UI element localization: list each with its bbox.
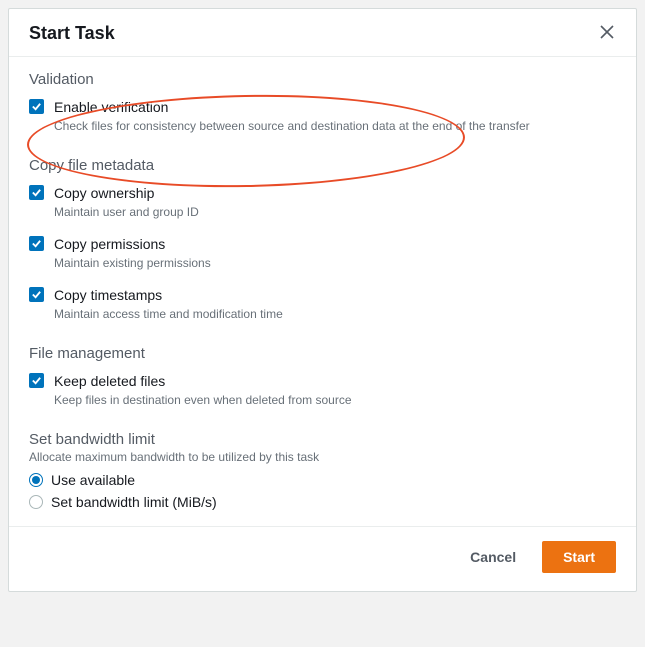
section-validation: Validation Enable verification Check fil… bbox=[29, 71, 616, 135]
copy-permissions-label: Copy permissions bbox=[54, 235, 616, 253]
copy-permissions-desc: Maintain existing permissions bbox=[54, 255, 616, 272]
row-keep-deleted: Keep deleted files Keep files in destina… bbox=[29, 372, 616, 409]
copy-timestamps-desc: Maintain access time and modification ti… bbox=[54, 306, 616, 323]
cancel-button[interactable]: Cancel bbox=[458, 541, 528, 573]
keep-deleted-desc: Keep files in destination even when dele… bbox=[54, 392, 616, 409]
row-copy-ownership: Copy ownership Maintain user and group I… bbox=[29, 184, 616, 221]
dialog-title: Start Task bbox=[29, 23, 115, 44]
bandwidth-sub: Allocate maximum bandwidth to be utilize… bbox=[29, 450, 616, 464]
metadata-heading: Copy file metadata bbox=[29, 157, 616, 174]
radio-use-available[interactable] bbox=[29, 473, 43, 487]
check-icon bbox=[31, 238, 42, 249]
start-task-dialog: Start Task Validation Enable verificatio… bbox=[8, 8, 637, 592]
row-set-limit: Set bandwidth limit (MiB/s) bbox=[29, 494, 616, 510]
copy-timestamps-label: Copy timestamps bbox=[54, 286, 616, 304]
row-use-available: Use available bbox=[29, 472, 616, 488]
checkbox-copy-permissions[interactable] bbox=[29, 236, 44, 251]
radio-set-limit[interactable] bbox=[29, 495, 43, 509]
checkbox-keep-deleted[interactable] bbox=[29, 373, 44, 388]
row-copy-permissions: Copy permissions Maintain existing permi… bbox=[29, 235, 616, 272]
check-icon bbox=[31, 101, 42, 112]
section-metadata: Copy file metadata Copy ownership Mainta… bbox=[29, 157, 616, 323]
section-bandwidth: Set bandwidth limit Allocate maximum ban… bbox=[29, 431, 616, 510]
enable-verification-desc: Check files for consistency between sour… bbox=[54, 118, 616, 135]
dialog-body: Validation Enable verification Check fil… bbox=[9, 57, 636, 526]
copy-ownership-label: Copy ownership bbox=[54, 184, 616, 202]
bandwidth-heading: Set bandwidth limit bbox=[29, 431, 616, 448]
close-button[interactable] bbox=[598, 23, 616, 44]
file-management-heading: File management bbox=[29, 345, 616, 362]
checkbox-enable-verification[interactable] bbox=[29, 99, 44, 114]
dialog-header: Start Task bbox=[9, 9, 636, 57]
dialog-footer: Cancel Start bbox=[9, 526, 636, 591]
check-icon bbox=[31, 187, 42, 198]
keep-deleted-label: Keep deleted files bbox=[54, 372, 616, 390]
enable-verification-content: Enable verification Check files for cons… bbox=[54, 98, 616, 135]
checkbox-copy-timestamps[interactable] bbox=[29, 287, 44, 302]
validation-heading: Validation bbox=[29, 71, 616, 88]
use-available-label: Use available bbox=[51, 472, 135, 488]
enable-verification-label: Enable verification bbox=[54, 98, 616, 116]
check-icon bbox=[31, 375, 42, 386]
start-button[interactable]: Start bbox=[542, 541, 616, 573]
section-file-management: File management Keep deleted files Keep … bbox=[29, 345, 616, 409]
checkbox-copy-ownership[interactable] bbox=[29, 185, 44, 200]
row-enable-verification: Enable verification Check files for cons… bbox=[29, 98, 616, 135]
set-limit-label: Set bandwidth limit (MiB/s) bbox=[51, 494, 217, 510]
check-icon bbox=[31, 289, 42, 300]
row-copy-timestamps: Copy timestamps Maintain access time and… bbox=[29, 286, 616, 323]
close-icon bbox=[600, 27, 614, 42]
copy-ownership-desc: Maintain user and group ID bbox=[54, 204, 616, 221]
